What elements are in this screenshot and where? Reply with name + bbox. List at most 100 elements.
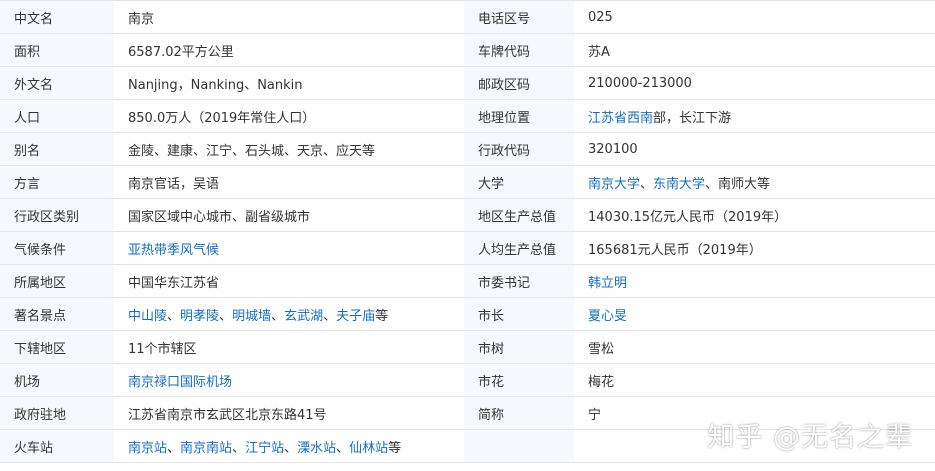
info-row: 方言 南京官话，吴语 大学 南京大学、东南大学、南师大等 [0,165,935,199]
field-label: 大学 [464,165,574,199]
value-text: 等 [388,440,402,456]
field-value [574,429,935,463]
value-link[interactable]: 韩立明 [588,276,627,291]
field-label: 地区生产总值 [464,198,574,232]
field-label [464,429,574,463]
info-row: 气候条件 亚热带季风气候 人均生产总值 165681元人民币（2019年） [0,231,935,265]
field-label: 气候条件 [0,231,114,265]
field-value: 南京大学、东南大学、南师大等 [574,165,935,199]
value-text: 14030.15亿元人民币（2019年） [588,209,788,225]
value-text: 210000-213000 [588,75,692,91]
field-value: 中山陵、明孝陵、明城墙、玄武湖、夫子庙等 [114,297,464,331]
field-label: 车牌代码 [464,33,574,67]
field-value: 中国华东江苏省 [114,264,464,298]
field-label: 外文名 [0,66,114,100]
value-text: 国家区域中心城市、副省级城市 [128,209,311,225]
info-row: 政府驻地 江苏省南京市玄武区北京东路41号 简称宁 [0,396,935,430]
value-text: 梅花 [588,374,615,390]
value-text: 、 [271,308,285,324]
field-label: 地理位置 [464,99,574,133]
value-link[interactable]: 东南大学 [653,177,705,192]
field-label: 著名景点 [0,297,114,331]
field-label: 市委书记 [464,264,574,298]
field-label: 人均生产总值 [464,231,574,265]
field-value: 江苏省南京市玄武区北京东路41号 [114,396,464,430]
field-value: 亚热带季风气候 [114,231,464,265]
field-value: 850.0万人（2019年常住人口） [114,99,464,133]
field-value: 南京官话，吴语 [114,165,464,199]
field-label: 中文名 [0,0,114,34]
value-link[interactable]: 亚热带季风气候 [128,243,219,258]
field-label: 邮政区码 [464,66,574,100]
value-text: 中国华东江苏省 [128,275,220,291]
value-text: 、 [284,440,298,456]
info-row: 外文名 Nanjing，Nanking、Nankin 邮政区码 210000-2130… [0,66,935,100]
field-label: 政府驻地 [0,396,114,430]
value-text: 、 [336,440,350,456]
value-text: 025 [588,9,613,25]
value-link[interactable]: 中山陵 [128,309,167,324]
info-row: 行政区类别 国家区域中心城市、副省级城市 地区生产总值 14030.15亿元人民币（2… [0,198,935,232]
field-value: 江苏省西南部，长江下游 [574,99,935,133]
field-value: 雪松 [574,330,935,364]
field-value: Nanjing，Nanking、Nankin [114,66,464,100]
field-label: 电话区号 [464,0,574,34]
value-text: 金陵、建康、江宁、石头城、天京、应天等 [128,143,376,159]
value-text: 南京 [128,11,155,27]
info-table-body: 中文名 南京 电话区号 025 面积 6587.02平方公里 车牌代码 苏A 外文名 Nanjin… [0,0,935,463]
field-label: 面积 [0,33,114,67]
value-text: 江苏省南京市玄武区北京东路41号 [128,407,327,423]
value-text: 6587.02平方公里 [128,44,234,60]
value-link[interactable]: 明孝陵 [180,309,219,324]
info-row: 所属地区 中国华东江苏省 市委书记 韩立明 [0,264,935,298]
field-label: 下辖地区 [0,330,114,364]
field-label: 市花 [464,363,574,397]
field-value: 165681元人民币（2019年） [574,231,935,265]
info-row: 面积 6587.02平方公里 车牌代码 苏A [0,33,935,67]
info-row: 人口 850.0万人（2019年常住人口） 地理位置 江苏省西南部，长江下游 [0,99,935,133]
field-label: 市树 [464,330,574,364]
value-link[interactable]: 夫子庙 [336,309,375,324]
info-row: 机场 南京禄口国际机场 市花 梅花 [0,363,935,397]
info-row: 别名 金陵、建康、江宁、石头城、天京、应天等 行政代码 320100 [0,132,935,166]
field-label: 行政区类别 [0,198,114,232]
field-value: 320100 [574,132,935,166]
field-value: 南京禄口国际机场 [114,363,464,397]
field-value: 14030.15亿元人民币（2019年） [574,198,935,232]
value-text: 苏A [588,44,610,60]
value-link[interactable]: 夏心旻 [588,309,627,324]
field-value: 梅花 [574,363,935,397]
value-link[interactable]: 江宁站 [245,441,284,456]
value-link[interactable]: 玄武湖 [284,309,323,324]
field-value: 韩立明 [574,264,935,298]
value-link[interactable]: 溧水站 [297,441,336,456]
field-value: 夏心旻 [574,297,935,331]
value-link[interactable]: 南京大学 [588,177,640,192]
field-label: 行政代码 [464,132,574,166]
value-text: 、 [167,308,181,324]
field-label: 火车站 [0,429,114,463]
field-value: 11个市辖区 [114,330,464,364]
value-text: 、 [167,440,181,456]
value-text: 宁 [588,407,602,423]
value-text: 雪松 [588,341,615,357]
value-link[interactable]: 南京站 [128,441,167,456]
field-value: 南京站、南京南站、江宁站、溧水站、仙林站等 [114,429,464,463]
value-text: 、 [323,308,337,324]
value-link[interactable]: 明城墙 [232,309,271,324]
field-value: 国家区域中心城市、副省级城市 [114,198,464,232]
value-link[interactable]: 仙林站 [349,441,388,456]
value-link[interactable]: 南京禄口国际机场 [128,375,232,390]
field-label: 市长 [464,297,574,331]
value-link[interactable]: 南京南站 [180,441,232,456]
value-text: Nanjing，Nanking、Nankin [128,77,303,93]
value-text: 部，长江下游 [653,110,732,126]
field-value: 苏A [574,33,935,67]
field-value: 金陵、建康、江宁、石头城、天京、应天等 [114,132,464,166]
field-value: 宁 [574,396,935,430]
value-link[interactable]: 江苏省西南 [588,111,653,126]
value-text: 850.0万人（2019年常住人口） [128,110,316,126]
field-label: 机场 [0,363,114,397]
info-row: 著名景点 中山陵、明孝陵、明城墙、玄武湖、夫子庙等 市长 夏心旻 [0,297,935,331]
value-text: 、 [640,176,654,192]
